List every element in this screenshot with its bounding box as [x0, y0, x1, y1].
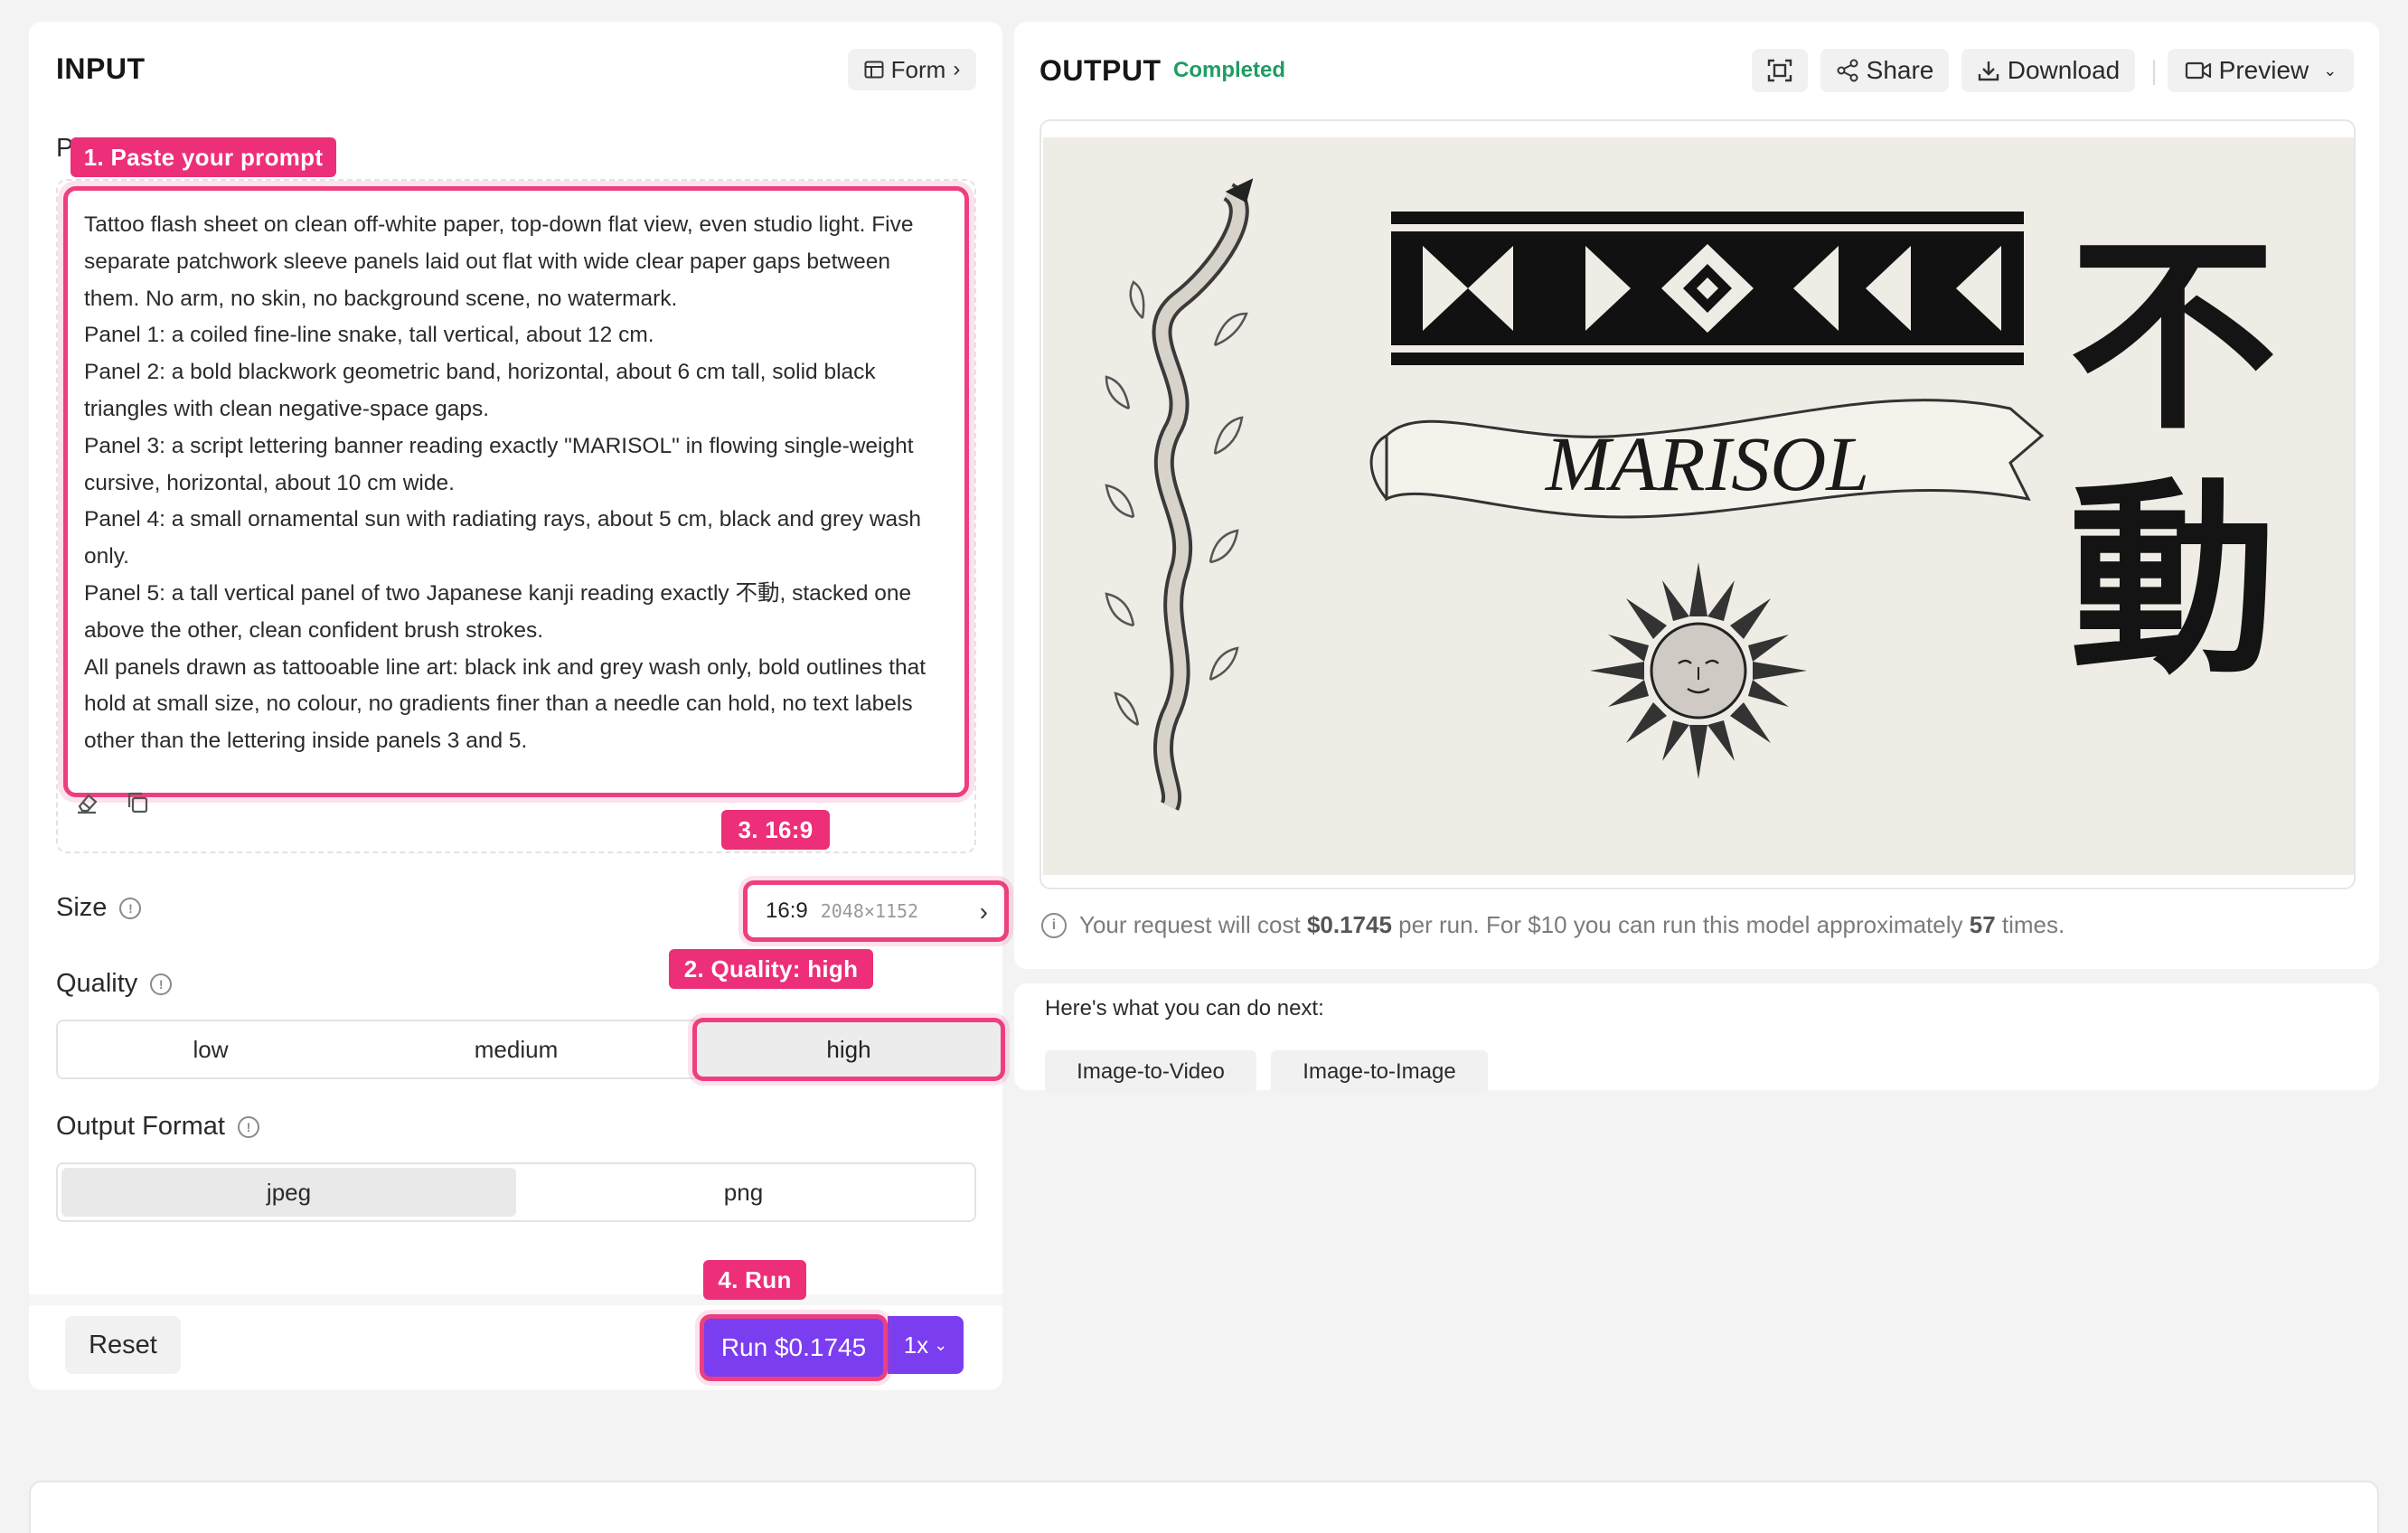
annotation-step-1: 1. Paste your prompt — [71, 137, 336, 177]
geometric-band-panel — [1391, 212, 2024, 365]
input-title: INPUT — [56, 52, 146, 85]
next-steps-panel: Here's what you can do next: Image-to-Vi… — [1014, 983, 2379, 1094]
share-button[interactable]: Share — [1820, 49, 1949, 92]
output-title: OUTPUT — [1039, 54, 1162, 87]
prompt-text: Tattoo flash sheet on clean off-white pa… — [84, 212, 927, 754]
reset-button[interactable]: Reset — [65, 1316, 181, 1374]
image-to-video-button[interactable]: Image-to-Video — [1045, 1050, 1256, 1094]
snake-panel — [1105, 178, 1254, 811]
cost-mid: per run. For $10 you can run this model … — [1398, 911, 1963, 938]
format-label: Output Format — [56, 1112, 225, 1141]
share-icon — [1837, 59, 1858, 82]
info-icon: i — [1041, 912, 1067, 938]
banner-text: MARISOL — [1544, 420, 1869, 507]
marisol-banner-panel: MARISOL — [1369, 399, 2045, 519]
format-option-png[interactable]: png — [516, 1168, 971, 1217]
download-icon — [1978, 61, 1999, 81]
preview-dropdown[interactable]: Preview ⌄ — [2168, 49, 2354, 92]
chevron-down-icon: ⌄ — [2323, 61, 2337, 80]
info-icon[interactable]: ! — [150, 973, 173, 995]
tattoo-flash-illustration: MARISOL 不 動 — [1105, 178, 2277, 811]
input-panel: INPUT Form › P Tattoo flash sheet on cle… — [29, 22, 1002, 1390]
table-icon — [864, 61, 884, 79]
kanji-top: 不 — [2069, 214, 2277, 458]
share-label: Share — [1866, 56, 1934, 84]
next-steps-heading: Here's what you can do next: — [1045, 996, 1324, 1020]
chevron-right-icon: › — [953, 57, 961, 81]
image-to-image-button[interactable]: Image-to-Image — [1271, 1050, 1488, 1094]
cost-suffix: times. — [2001, 911, 2065, 938]
sun-panel — [1590, 562, 1807, 779]
chevron-right-icon: › — [979, 898, 988, 926]
annotation-step-3: 3. 16:9 — [721, 810, 830, 850]
cost-value: $0.1745 — [1306, 911, 1392, 938]
quality-option-low[interactable]: low — [58, 1021, 363, 1077]
format-option-jpeg[interactable]: jpeg — [61, 1168, 516, 1217]
size-value: 16:9 — [766, 898, 808, 923]
kanji-bottom: 動 — [2069, 458, 2277, 702]
size-label: Size — [56, 893, 108, 922]
kanji-panel: 不 動 — [2069, 214, 2277, 702]
cost-count: 57 — [1969, 911, 1996, 938]
run-multiplier-dropdown[interactable]: 1x ⌄ — [888, 1316, 964, 1374]
size-label-row: Size ! — [56, 893, 142, 923]
output-image-frame: MARISOL 不 動 — [1039, 119, 2356, 889]
chevron-down-icon: ⌄ — [934, 1335, 948, 1354]
annotation-step-4: 4. Run — [703, 1260, 806, 1300]
eraser-icon[interactable] — [69, 785, 105, 821]
status-badge: Completed — [1173, 58, 1286, 82]
fullscreen-button[interactable] — [1752, 49, 1808, 92]
preview-label: Preview — [2218, 56, 2309, 84]
quality-label-row: Quality ! — [56, 969, 173, 999]
quality-option-medium[interactable]: medium — [363, 1021, 669, 1077]
footer-divider — [29, 1294, 1002, 1305]
download-button[interactable]: Download — [1961, 49, 2135, 92]
run-button[interactable]: Run $0.1745 — [700, 1314, 888, 1381]
bottom-panel — [29, 1481, 2379, 1533]
annotation-step-2: 2. Quality: high — [669, 949, 873, 989]
video-camera-icon — [2185, 61, 2211, 80]
cost-prefix: Your request will cost — [1079, 911, 1301, 938]
quality-option-high[interactable]: high — [692, 1018, 1005, 1081]
output-panel: OUTPUT Completed Share Download Preview … — [1014, 22, 2379, 969]
download-label: Download — [2007, 56, 2121, 84]
cost-notice: i Your request will cost $0.1745 per run… — [1041, 911, 2065, 939]
form-view-label: Form — [890, 55, 946, 83]
quality-label: Quality — [56, 969, 138, 998]
format-label-row: Output Format ! — [56, 1112, 259, 1142]
info-icon[interactable]: ! — [119, 897, 142, 919]
size-select[interactable]: 16:9 2048×1152 › — [743, 880, 1009, 942]
info-icon[interactable]: ! — [237, 1115, 259, 1138]
prompt-textarea[interactable]: Tattoo flash sheet on clean off-white pa… — [63, 186, 969, 797]
run-multiplier-label: 1x — [903, 1331, 929, 1359]
form-view-button[interactable]: Form › — [848, 49, 976, 90]
generated-image[interactable]: MARISOL 不 動 — [1043, 137, 2354, 875]
copy-icon[interactable] — [119, 785, 155, 821]
toolbar-divider — [2153, 60, 2155, 85]
size-dimensions: 2048×1152 — [820, 900, 919, 922]
format-selector: jpeg png — [56, 1162, 976, 1222]
fullscreen-icon — [1767, 59, 1792, 82]
